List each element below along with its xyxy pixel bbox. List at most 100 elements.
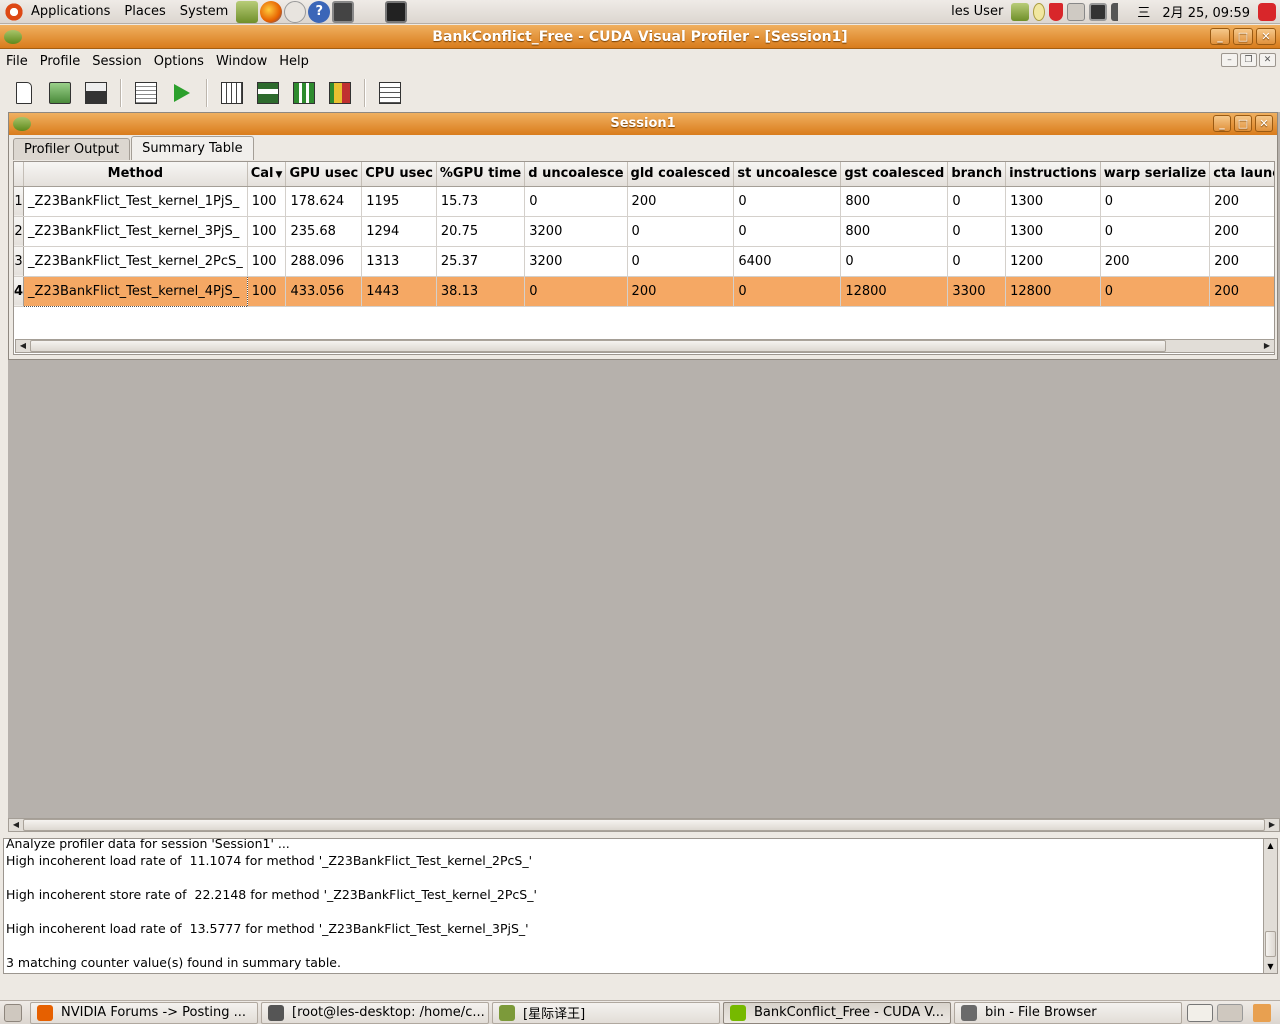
mail-launcher-icon[interactable] [284, 0, 307, 23]
table-cell[interactable]: 200 [1209, 216, 1274, 247]
table-cell[interactable]: 1300 [1005, 186, 1101, 217]
stardict-launcher-icon[interactable] [236, 0, 259, 23]
mdi-minimize-button[interactable]: – [1221, 53, 1238, 67]
user-name[interactable]: les User [945, 4, 1009, 19]
table-cell[interactable]: 0 [733, 276, 842, 307]
table-cell[interactable]: 100 [247, 246, 287, 277]
input-method-indicator[interactable]: 三 [1131, 2, 1156, 21]
row-number[interactable]: 2 [14, 216, 25, 247]
start-profiling-button[interactable] [167, 78, 197, 108]
analysis-log[interactable]: Analyze profiler data for session 'Sessi… [3, 838, 1278, 974]
scroll-right-icon[interactable]: ▶ [1260, 340, 1274, 352]
column-header[interactable]: instructions [1005, 162, 1101, 187]
column-header[interactable]: Method [23, 162, 248, 187]
table-cell[interactable]: 0 [1100, 276, 1211, 307]
method-name-cell[interactable]: _Z23BankFlict_Test_kernel_4PjS_ [23, 275, 248, 307]
session-titlebar[interactable]: Session1 _ □ ✕ [9, 113, 1277, 135]
table-cell[interactable]: 100 [247, 186, 287, 217]
scroll-right-icon[interactable]: ▶ [1265, 819, 1279, 831]
taskbar-button[interactable]: [星际译王] [492, 1001, 720, 1024]
gpu-time-height-plot-button[interactable] [253, 78, 283, 108]
table-cell[interactable]: 0 [840, 246, 949, 277]
table-cell[interactable]: 433.056 [285, 276, 363, 307]
mdi-restore-button[interactable]: ❐ [1240, 53, 1257, 67]
menu-profile[interactable]: Profile [34, 54, 86, 69]
table-cell[interactable]: 0 [947, 186, 1007, 217]
table-horizontal-scrollbar[interactable]: ◀ ▶ [15, 339, 1275, 353]
table-cell[interactable]: 0 [627, 246, 735, 277]
scroll-up-icon[interactable]: ▲ [1264, 839, 1277, 852]
table-cell[interactable]: 0 [1100, 186, 1211, 217]
table-cell[interactable]: 12800 [1005, 276, 1101, 307]
help-launcher-icon[interactable]: ? [308, 0, 331, 23]
scrollbar-thumb[interactable] [23, 819, 1265, 831]
table-cell[interactable]: 0 [627, 216, 735, 247]
scroll-left-icon[interactable]: ◀ [16, 340, 30, 352]
minimize-button[interactable]: _ [1210, 28, 1230, 45]
table-row[interactable]: 3 _Z23BankFlict_Test_kernel_2PcS_ 100 288.0… [14, 246, 1274, 277]
stardict-tray-icon[interactable] [1011, 2, 1030, 21]
table-cell[interactable]: 15.73 [436, 186, 526, 217]
column-header[interactable]: GPU usec [285, 162, 363, 187]
row-number[interactable]: 1 [14, 186, 25, 217]
window-titlebar[interactable]: BankConflict_Free - CUDA Visual Profiler… [0, 25, 1280, 49]
column-header[interactable]: gst coalesced [840, 162, 949, 187]
column-header[interactable]: d uncoalesce [524, 162, 628, 187]
table-cell[interactable]: 200 [1209, 186, 1274, 217]
workspace-switcher-2[interactable] [1217, 1003, 1243, 1022]
table-cell[interactable]: 1313 [361, 246, 437, 277]
table-cell[interactable]: 200 [627, 276, 735, 307]
taskbar-button[interactable]: BankConflict_Free - CUDA V... [723, 1001, 951, 1024]
summary-table-button[interactable] [217, 78, 247, 108]
table-cell[interactable]: 800 [840, 216, 949, 247]
scroll-left-icon[interactable]: ◀ [9, 819, 23, 831]
method-name-cell[interactable]: _Z23BankFlict_Test_kernel_3PjS_ [23, 216, 248, 247]
table-cell[interactable]: 0 [733, 216, 842, 247]
table-row[interactable]: 4 _Z23BankFlict_Test_kernel_4PjS_ 100 433.0… [14, 275, 1274, 307]
method-name-cell[interactable]: _Z23BankFlict_Test_kernel_1PjS_ [23, 186, 248, 217]
firefox-launcher-icon[interactable] [260, 0, 283, 23]
mdi-close-button[interactable]: ✕ [1259, 53, 1276, 67]
menu-options[interactable]: Options [148, 54, 210, 69]
taskbar-button[interactable]: [root@les-desktop: /home/c... [261, 1001, 489, 1024]
table-cell[interactable]: 100 [247, 216, 287, 247]
table-cell[interactable]: 0 [733, 186, 842, 217]
table-cell[interactable]: 0 [947, 246, 1007, 277]
open-session-button[interactable] [45, 78, 75, 108]
new-session-button[interactable] [9, 78, 39, 108]
table-cell[interactable]: 200 [627, 186, 735, 217]
method-name-cell[interactable]: _Z23BankFlict_Test_kernel_2PcS_ [23, 246, 248, 277]
network-tray-icon[interactable] [1089, 2, 1108, 21]
table-cell[interactable]: 6400 [733, 246, 842, 277]
table-cell[interactable]: 800 [840, 186, 949, 217]
table-row[interactable]: 2 _Z23BankFlict_Test_kernel_3PjS_ 100 235.6… [14, 216, 1274, 247]
show-desktop-icon[interactable] [4, 1003, 22, 1022]
column-header[interactable]: warp serialize [1100, 162, 1211, 187]
menu-file[interactable]: File [0, 54, 34, 69]
tab-summary-table[interactable]: Summary Table [131, 136, 254, 160]
kernel-details-button[interactable] [375, 78, 405, 108]
table-cell[interactable]: 3200 [524, 216, 628, 247]
power-icon[interactable] [1258, 2, 1276, 21]
scrollbar-thumb[interactable] [30, 340, 1166, 352]
taskbar-button[interactable]: bin - File Browser [954, 1001, 1182, 1024]
table-cell[interactable]: 1195 [361, 186, 437, 217]
workspace-switcher-1[interactable] [1187, 1003, 1213, 1022]
column-header[interactable]: st uncoalesce [733, 162, 842, 187]
table-cell[interactable]: 0 [524, 186, 628, 217]
places-menu[interactable]: Places [117, 0, 172, 24]
log-vertical-scrollbar[interactable]: ▲ ▼ [1263, 839, 1277, 973]
session-app-icon[interactable] [13, 117, 31, 131]
scroll-down-icon[interactable]: ▼ [1264, 960, 1277, 973]
row-number[interactable]: 4 [14, 276, 25, 307]
update-tray-icon[interactable] [1049, 2, 1064, 21]
trash-icon[interactable] [1253, 1003, 1271, 1022]
table-cell[interactable]: 3300 [947, 276, 1007, 307]
menu-help[interactable]: Help [273, 54, 315, 69]
table-cell[interactable]: 1300 [1005, 216, 1101, 247]
gpu-time-summary-plot-button[interactable] [289, 78, 319, 108]
table-cell[interactable]: 200 [1209, 276, 1274, 307]
applications-menu[interactable]: Applications [24, 0, 117, 24]
table-cell[interactable]: 1443 [361, 276, 437, 307]
column-header[interactable]: %GPU time [436, 162, 526, 187]
